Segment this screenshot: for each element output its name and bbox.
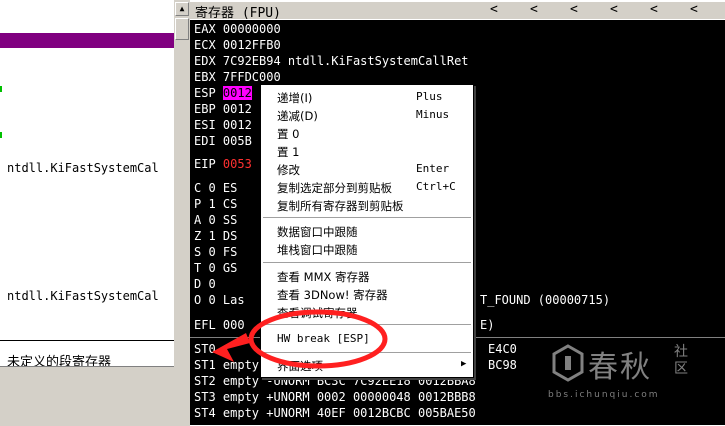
- menu-item-label: 递增(I): [277, 91, 313, 105]
- menu-item-label: 置 1: [277, 145, 300, 159]
- comment-text: ntdll.KiFastSystemCal: [7, 289, 159, 303]
- flag-row[interactable]: A 0 SS: [194, 213, 237, 227]
- register-row[interactable]: ESI 0012: [194, 118, 252, 132]
- collapse-arrow-icon[interactable]: <: [490, 2, 498, 17]
- register-row-eip[interactable]: EIP 0053: [194, 157, 252, 171]
- register-row[interactable]: EAX 00000000: [194, 22, 281, 36]
- collapse-arrow-icon[interactable]: <: [610, 2, 618, 17]
- menu-separator: [263, 217, 471, 218]
- menu-separator: [263, 262, 471, 263]
- flag-row[interactable]: T 0 GS: [194, 261, 237, 275]
- jump-marker: [0, 132, 2, 138]
- watermark-brand: 春秋: [588, 350, 652, 385]
- menu-item-label: 界面选项: [277, 359, 323, 373]
- menu-item-appearance[interactable]: 界面选项 ▶: [261, 357, 473, 374]
- menu-item-set-one[interactable]: 置 1: [261, 143, 473, 160]
- menu-item-shortcut: Plus: [416, 90, 443, 103]
- register-value-selected[interactable]: 0012: [222, 86, 252, 100]
- register-context-menu: 递增(I) Plus 递减(D) Minus 置 0 置 1 修改 Enter …: [260, 84, 474, 378]
- menu-item-label: 置 0: [277, 127, 300, 141]
- menu-item-copy-all[interactable]: 复制所有寄存器到剪贴板: [261, 197, 473, 214]
- collapse-arrow-icon[interactable]: <: [650, 2, 658, 17]
- register-name: EIP: [194, 157, 216, 171]
- efl-tail: E): [480, 318, 495, 332]
- menu-item-label: 查看调试寄存器: [277, 306, 358, 320]
- fpu-row[interactable]: ST4 empty +UNORM 40EF 0012BCBC 005BAE50: [194, 406, 476, 420]
- menu-item-view-debug-registers[interactable]: 查看调试寄存器: [261, 304, 473, 321]
- menu-item-label: 复制选定部分到剪贴板: [277, 181, 392, 195]
- flag-row[interactable]: Z 1 DS: [194, 229, 237, 243]
- menu-item-label: 堆栈窗口中跟随: [277, 243, 358, 257]
- menu-separator: [263, 324, 471, 325]
- flag-row[interactable]: O 0 Las: [194, 293, 245, 307]
- last-error-text: T_FOUND (00000715): [480, 293, 611, 307]
- watermark-site: bbs.ichunqiu.com: [548, 390, 660, 400]
- vertical-scrollbar[interactable]: ▲: [174, 0, 190, 425]
- efl-row[interactable]: EFL 000: [194, 318, 245, 332]
- menu-item-label: 查看 3DNow! 寄存器: [277, 288, 388, 302]
- menu-item-shortcut: Minus: [416, 108, 450, 121]
- menu-item-follow-dump[interactable]: 数据窗口中跟随: [261, 223, 473, 240]
- menu-separator: [263, 352, 471, 353]
- register-row[interactable]: EDX 7C92EB94 ntdll.KiFastSystemCallRet: [194, 54, 469, 68]
- menu-item-decrement[interactable]: 递减(D) Minus: [261, 107, 473, 124]
- pane-splitter[interactable]: [0, 366, 190, 426]
- logo-icon: [552, 344, 584, 382]
- scroll-thumb[interactable]: [175, 18, 189, 40]
- flag-row[interactable]: C 0 ES: [194, 181, 237, 195]
- register-name: ESP: [194, 86, 216, 100]
- watermark-side: 社区: [674, 344, 688, 377]
- flag-text: O 0 Las: [194, 293, 245, 307]
- menu-item-label: 复制所有寄存器到剪贴板: [277, 199, 404, 213]
- fpu-tail: BC98: [488, 358, 517, 372]
- register-pane-title-bar: 寄存器 (FPU) < < < < < <: [190, 2, 725, 21]
- menu-item-copy-selection[interactable]: 复制选定部分到剪贴板 Ctrl+C: [261, 179, 473, 196]
- collapse-arrow-icon[interactable]: <: [530, 2, 538, 17]
- menu-item-follow-stack[interactable]: 堆栈窗口中跟随: [261, 241, 473, 258]
- menu-item-set-zero[interactable]: 置 0: [261, 125, 473, 142]
- submenu-arrow-icon: ▶: [461, 359, 467, 369]
- register-row[interactable]: EDI 005B: [194, 134, 252, 148]
- watermark: 春秋 社区 bbs.ichunqiu.com: [548, 338, 723, 408]
- menu-item-label: 递减(D): [277, 109, 318, 123]
- register-pane-title: 寄存器 (FPU): [195, 6, 281, 21]
- menu-item-label: 数据窗口中跟随: [277, 225, 358, 239]
- register-row[interactable]: EBP 0012: [194, 102, 252, 116]
- fpu-tail: E4C0: [488, 342, 517, 356]
- menu-item-view-mmx[interactable]: 查看 MMX 寄存器: [261, 268, 473, 285]
- jump-marker: [0, 86, 2, 92]
- menu-item-label: HW break [ESP]: [277, 332, 370, 345]
- collapse-arrow-icon[interactable]: <: [690, 2, 698, 17]
- fpu-row[interactable]: ST3 empty +UNORM 0002 00000048 0012BBB8: [194, 390, 476, 404]
- scroll-up-icon[interactable]: ▲: [175, 2, 189, 16]
- register-row-esp[interactable]: ESP 0012: [194, 86, 252, 100]
- flag-row[interactable]: P 1 CS: [194, 197, 237, 211]
- menu-item-modify[interactable]: 修改 Enter: [261, 161, 473, 178]
- menu-item-label: 修改: [277, 163, 300, 177]
- register-value[interactable]: 0053: [223, 157, 252, 171]
- register-row[interactable]: ECX 0012FFB0: [194, 38, 281, 52]
- collapse-arrow-icon[interactable]: <: [570, 2, 578, 17]
- fpu-row[interactable]: ST1 empty: [194, 358, 259, 372]
- selected-instruction-row[interactable]: [0, 33, 174, 48]
- menu-item-shortcut: Ctrl+C: [416, 180, 456, 193]
- disassembly-pane[interactable]: ntdll.KiFastSystemCal ntdll.KiFastSystem…: [0, 0, 174, 367]
- register-row[interactable]: EBX 7FFDC000: [194, 70, 281, 84]
- menu-item-label: 查看 MMX 寄存器: [277, 270, 370, 284]
- menu-item-shortcut: Enter: [416, 162, 450, 175]
- menu-item-increment[interactable]: 递增(I) Plus: [261, 89, 473, 106]
- flag-row[interactable]: D 0: [194, 277, 216, 291]
- menu-item-hw-break-esp[interactable]: HW break [ESP]: [261, 331, 473, 348]
- comment-text: ntdll.KiFastSystemCal: [7, 161, 159, 175]
- flag-row[interactable]: S 0 FS: [194, 245, 237, 259]
- fpu-row[interactable]: ST0: [194, 342, 216, 356]
- menu-item-view-3dnow[interactable]: 查看 3DNow! 寄存器: [261, 286, 473, 303]
